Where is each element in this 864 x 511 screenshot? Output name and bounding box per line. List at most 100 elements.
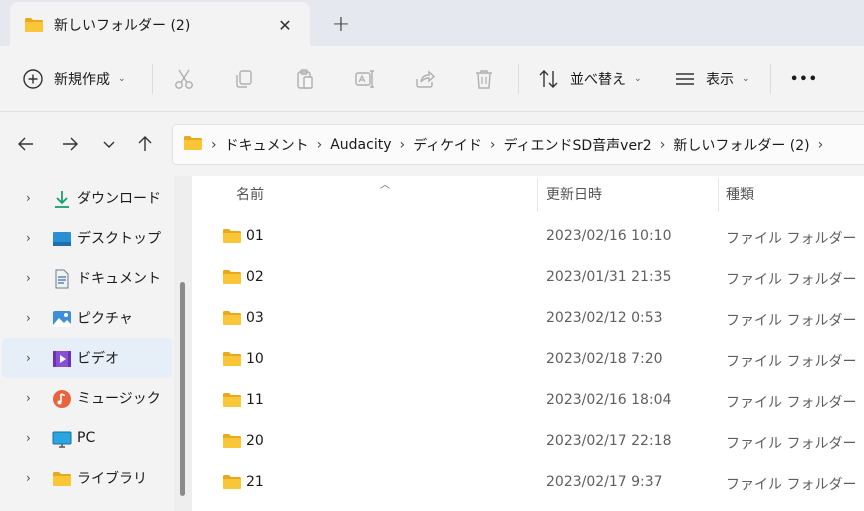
breadcrumb-item-current[interactable]: 新しいフォルダー (2) (673, 135, 809, 155)
chevron-right-icon[interactable]: › (211, 137, 217, 153)
forward-button[interactable] (56, 130, 84, 158)
chevron-right-icon[interactable]: › (400, 137, 406, 153)
file-name: 01 (246, 228, 264, 244)
cut-button[interactable] (174, 62, 194, 96)
sidebar-item-libraries[interactable]: › ライブラリ (2, 458, 172, 498)
sidebar-item-documents[interactable]: › ドキュメント (2, 258, 172, 298)
chevron-right-icon[interactable]: › (818, 137, 824, 153)
file-row[interactable]: 11 2023/02/16 18:04 ファイル フォルダー (192, 380, 864, 420)
column-header-name[interactable]: 名前 (236, 184, 264, 204)
recent-locations-button[interactable] (95, 130, 123, 158)
file-row[interactable]: 21 2023/02/17 9:37 ファイル フォルダー (192, 462, 864, 502)
chevron-right-icon[interactable]: › (317, 137, 323, 153)
separator (770, 64, 771, 94)
sidebar-item-label: ピクチャ (77, 311, 133, 327)
column-header-type[interactable]: 種類 (726, 184, 754, 204)
file-type: ファイル フォルダー (726, 231, 857, 247)
copy-icon (236, 70, 252, 88)
folder-icon (223, 475, 241, 489)
column-header-date[interactable]: 更新日時 (546, 184, 602, 204)
sort-ascending-icon: ︿ (380, 180, 390, 191)
tab-current-folder[interactable]: 新しいフォルダー (2) ✕ (10, 2, 310, 46)
delete-button[interactable] (474, 62, 494, 96)
view-button[interactable]: 表示 ⌄ (674, 62, 750, 96)
cut-icon (175, 69, 193, 89)
video-icon (53, 351, 71, 367)
file-date: 2023/02/12 0:53 (546, 310, 663, 326)
rename-icon (355, 70, 374, 88)
music-icon (53, 390, 71, 408)
sidebar-item-label: PC (77, 430, 96, 446)
chevron-right-icon[interactable]: › (26, 431, 31, 445)
sidebar-item-videos[interactable]: › ビデオ (2, 338, 172, 378)
new-tab-button[interactable]: + (328, 11, 354, 37)
pictures-icon (53, 311, 71, 327)
file-row[interactable]: 03 2023/02/12 0:53 ファイル フォルダー (192, 298, 864, 338)
file-row[interactable]: 01 2023/02/16 10:10 ファイル フォルダー (192, 216, 864, 256)
file-name: 21 (246, 474, 264, 490)
chevron-right-icon[interactable]: › (26, 351, 31, 365)
breadcrumb-item[interactable]: ディエンドSD音声ver2 (503, 135, 651, 155)
sidebar-item-label: ミュージック (77, 391, 161, 407)
file-list: ︿ 名前 更新日時 種類 01 2023/02/16 10:10 ファイル フォ… (192, 176, 864, 511)
breadcrumb-item[interactable]: ドキュメント (225, 135, 309, 155)
pc-icon (52, 431, 72, 448)
trash-icon (476, 70, 492, 89)
up-button[interactable] (131, 130, 159, 158)
address-bar[interactable]: › ドキュメント › Audacity › ディケイド › ディエンドSD音声v… (172, 124, 864, 165)
chevron-right-icon[interactable]: › (26, 231, 31, 245)
back-button[interactable] (12, 130, 40, 158)
chevron-right-icon[interactable]: › (26, 311, 31, 325)
chevron-down-icon: ⌄ (118, 74, 126, 84)
file-row[interactable]: 10 2023/02/18 7:20 ファイル フォルダー (192, 339, 864, 379)
share-icon (416, 70, 436, 88)
file-row[interactable]: 20 2023/02/17 22:18 ファイル フォルダー (192, 421, 864, 461)
document-icon (55, 269, 69, 289)
chevron-right-icon[interactable]: › (26, 471, 31, 485)
file-date: 2023/02/17 9:37 (546, 474, 663, 490)
chevron-right-icon[interactable]: › (26, 391, 31, 405)
new-button-label: 新規作成 (54, 72, 110, 88)
more-options-button[interactable]: ••• (790, 62, 818, 96)
arrow-right-icon (63, 137, 78, 151)
sidebar-item-downloads[interactable]: › ダウンロード (2, 178, 172, 218)
arrow-up-icon (138, 136, 152, 151)
folder-icon (223, 270, 241, 284)
sidebar-item-label: ライブラリ (77, 471, 147, 487)
chevron-right-icon[interactable]: › (660, 137, 666, 153)
breadcrumb-item[interactable]: Audacity (330, 137, 391, 153)
tab-bar: 新しいフォルダー (2) ✕ + (0, 0, 864, 46)
share-button[interactable] (414, 62, 436, 96)
chevron-right-icon[interactable]: › (26, 191, 31, 205)
new-button[interactable]: 新規作成 ⌄ (22, 62, 126, 96)
breadcrumb-item[interactable]: ディケイド (413, 135, 482, 155)
paste-icon (297, 69, 313, 89)
paste-button[interactable] (295, 62, 315, 96)
file-type: ファイル フォルダー (726, 313, 857, 329)
file-date: 2023/02/16 10:10 (546, 228, 672, 244)
sidebar-scrollbar-thumb[interactable] (180, 282, 185, 496)
file-date: 2023/01/31 21:35 (546, 269, 672, 285)
file-row[interactable]: 02 2023/01/31 21:35 ファイル フォルダー (192, 257, 864, 297)
sidebar-item-pictures[interactable]: › ピクチャ (2, 298, 172, 338)
file-name: 20 (246, 433, 264, 449)
sidebar-item-label: ダウンロード (77, 191, 161, 207)
library-icon (53, 472, 71, 486)
file-name: 11 (246, 392, 264, 408)
folder-icon (223, 352, 241, 366)
tab-title: 新しいフォルダー (2) (54, 18, 191, 34)
rename-button[interactable] (354, 62, 376, 96)
chevron-right-icon[interactable]: › (26, 271, 31, 285)
file-date: 2023/02/17 22:18 (546, 433, 672, 449)
column-divider[interactable] (718, 178, 719, 212)
close-tab-button[interactable]: ✕ (273, 13, 297, 37)
sidebar-item-desktop[interactable]: › デスクトップ (2, 218, 172, 258)
file-type: ファイル フォルダー (726, 354, 857, 370)
file-date: 2023/02/18 7:20 (546, 351, 663, 367)
sidebar-item-music[interactable]: › ミュージック (2, 378, 172, 418)
sidebar-item-pc[interactable]: › PC (2, 418, 172, 458)
copy-button[interactable] (234, 62, 254, 96)
chevron-right-icon[interactable]: › (490, 137, 496, 153)
sort-button[interactable]: 並べ替え ⌄ (538, 62, 642, 96)
column-divider[interactable] (537, 178, 538, 212)
